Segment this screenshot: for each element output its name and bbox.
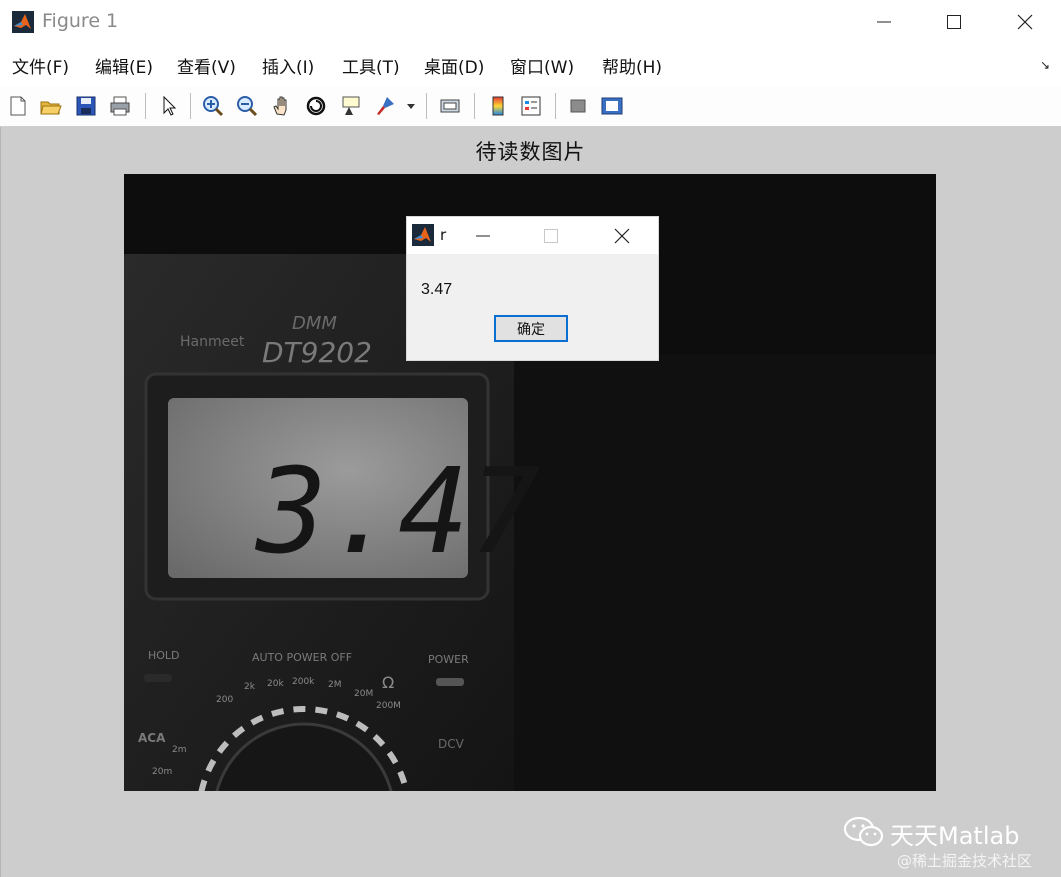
watermark: 天天Matlab @稀土掘金技术社区 bbox=[842, 812, 1057, 874]
matlab-logo-icon bbox=[12, 11, 34, 33]
window-titlebar: Figure 1 bbox=[0, 0, 1061, 44]
maximize-button[interactable] bbox=[922, 0, 986, 44]
toolbar-separator bbox=[474, 93, 475, 119]
toolbar-separator bbox=[190, 93, 191, 119]
brush-icon bbox=[377, 97, 394, 115]
edit-plot-button[interactable] bbox=[155, 92, 183, 120]
wechat-icon bbox=[843, 816, 884, 847]
close-icon bbox=[614, 228, 630, 243]
hide-plot-tools-button[interactable] bbox=[564, 92, 592, 120]
power-label: POWER bbox=[428, 653, 469, 666]
hide-plot-tools-icon bbox=[570, 99, 586, 113]
minimize-icon bbox=[476, 235, 490, 236]
open-file-button[interactable] bbox=[37, 92, 65, 120]
menu-bar: 文件(F) 编辑(E) 查看(V) 插入(I) 工具(T) 桌面(D) 窗口(W… bbox=[0, 44, 1061, 87]
auto-power-off-label: AUTO POWER OFF bbox=[252, 651, 352, 664]
new-figure-icon bbox=[10, 96, 26, 116]
toolbar-separator bbox=[555, 93, 556, 119]
show-plot-tools-icon bbox=[601, 97, 623, 115]
link-plot-icon bbox=[440, 99, 460, 113]
dial-label: 20k bbox=[267, 679, 284, 689]
zoom-in-icon bbox=[203, 96, 224, 117]
dialog-minimize-button[interactable] bbox=[458, 217, 508, 254]
dialog-titlebar: r bbox=[407, 217, 658, 254]
message-dialog: r 3.47 确定 bbox=[407, 217, 658, 360]
show-plot-tools-button[interactable] bbox=[598, 92, 626, 120]
matlab-logo-icon bbox=[412, 224, 434, 246]
colorbar-icon bbox=[492, 96, 504, 116]
window-title: Figure 1 bbox=[42, 10, 119, 32]
maximize-icon bbox=[544, 228, 558, 243]
edit-plot-arrow-icon bbox=[163, 95, 177, 116]
dock-arrow-icon[interactable]: ↘ bbox=[1040, 58, 1050, 72]
link-plot-button[interactable] bbox=[436, 92, 464, 120]
multimeter-model-label: DT9202 bbox=[262, 336, 372, 369]
dialog-maximize-button[interactable] bbox=[526, 217, 576, 254]
rotate-3d-button[interactable] bbox=[302, 92, 330, 120]
menu-help[interactable]: 帮助(H) bbox=[602, 53, 662, 78]
open-file-icon bbox=[40, 101, 62, 115]
pan-button[interactable] bbox=[268, 92, 296, 120]
minimize-icon bbox=[877, 21, 891, 23]
menu-view[interactable]: 查看(V) bbox=[177, 53, 236, 78]
dial-label: 2m bbox=[172, 745, 187, 755]
zoom-out-button[interactable] bbox=[233, 92, 261, 120]
data-cursor-icon bbox=[342, 96, 360, 115]
zoom-in-button[interactable] bbox=[199, 92, 227, 120]
dialog-caption: r bbox=[440, 226, 447, 244]
dial-label: 200M bbox=[376, 701, 401, 711]
save-button[interactable] bbox=[72, 92, 100, 120]
menu-window[interactable]: 窗口(W) bbox=[510, 53, 574, 78]
aca-label: ACA bbox=[138, 731, 166, 745]
menu-edit[interactable]: 编辑(E) bbox=[95, 53, 153, 78]
dcv-label: DCV bbox=[438, 737, 465, 751]
menu-tools[interactable]: 工具(T) bbox=[342, 53, 400, 78]
dial-label: 200k bbox=[292, 677, 315, 687]
rotate-3d-icon bbox=[306, 96, 326, 116]
colorbar-button[interactable] bbox=[484, 92, 512, 120]
figure-toolbar bbox=[0, 86, 1061, 127]
axes-title: 待读数图片 bbox=[475, 140, 586, 164]
maximize-icon bbox=[947, 15, 961, 29]
minimize-button[interactable] bbox=[852, 0, 916, 44]
ohm-label: Ω bbox=[382, 673, 394, 692]
new-figure-button[interactable] bbox=[4, 92, 32, 120]
save-icon bbox=[76, 96, 96, 116]
menu-file[interactable]: 文件(F) bbox=[12, 53, 69, 78]
legend-button[interactable] bbox=[517, 92, 545, 120]
dialog-close-button[interactable] bbox=[597, 217, 647, 254]
ok-button[interactable]: 确定 bbox=[494, 315, 568, 342]
brush-dropdown[interactable] bbox=[400, 92, 422, 120]
legend-icon bbox=[521, 96, 541, 116]
zoom-out-icon bbox=[237, 96, 258, 117]
watermark-name: 天天Matlab bbox=[890, 822, 1020, 850]
menu-desktop[interactable]: 桌面(D) bbox=[424, 53, 484, 78]
dial-label: 2k bbox=[244, 682, 256, 692]
dial-label: 20m bbox=[152, 767, 172, 777]
close-icon bbox=[1017, 14, 1033, 30]
pan-hand-icon bbox=[273, 96, 287, 116]
multimeter-maker-label: Hanmeet bbox=[180, 334, 245, 350]
data-cursor-button[interactable] bbox=[337, 92, 365, 120]
hold-label: HOLD bbox=[148, 649, 180, 662]
chevron-down-icon bbox=[407, 104, 415, 109]
dial-label: 20M bbox=[354, 689, 373, 699]
toolbar-separator bbox=[426, 93, 427, 119]
close-button[interactable] bbox=[993, 0, 1057, 44]
dialog-message: 3.47 bbox=[421, 281, 453, 298]
brush-button[interactable] bbox=[371, 92, 399, 120]
toolbar-separator bbox=[145, 93, 146, 119]
menu-insert[interactable]: 插入(I) bbox=[262, 53, 314, 78]
print-icon bbox=[110, 96, 130, 116]
multimeter-brand-label: DMM bbox=[292, 313, 337, 334]
watermark-site: @稀土掘金技术社区 bbox=[897, 852, 1033, 870]
dial-label: 2M bbox=[328, 680, 342, 690]
print-button[interactable] bbox=[106, 92, 134, 120]
lcd-reading: 3.47 bbox=[254, 442, 540, 580]
dial-label: 200 bbox=[216, 695, 233, 705]
